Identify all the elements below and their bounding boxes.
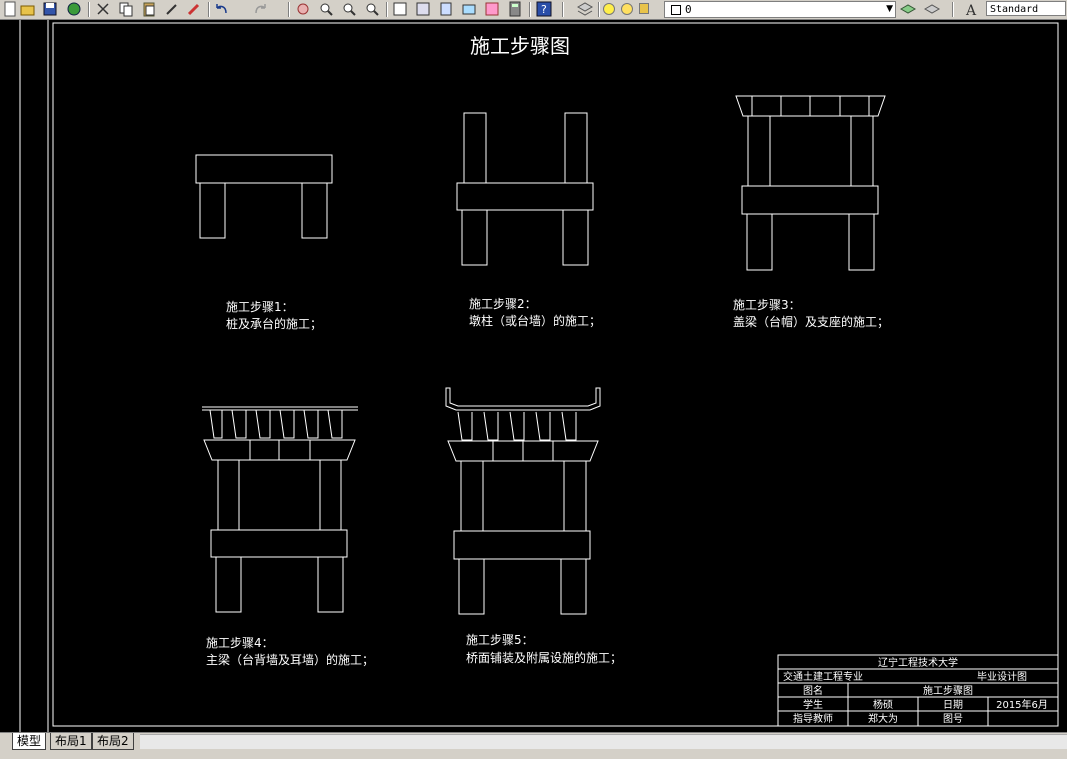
zoom-previous-icon[interactable] <box>364 1 380 17</box>
toolpalette-icon[interactable] <box>438 1 454 17</box>
step3-desc: 盖梁（台帽）及支座的施工； <box>733 314 889 329</box>
step5-figure <box>445 387 601 615</box>
redo-icon[interactable] <box>252 1 268 17</box>
tb-date-label: 日期 <box>943 699 963 711</box>
step3-figure <box>735 95 886 271</box>
markup-icon[interactable] <box>484 1 500 17</box>
sheetset-icon[interactable] <box>461 1 477 17</box>
undo-icon[interactable] <box>214 1 230 17</box>
layer-previous-icon[interactable] <box>924 1 940 17</box>
pan-icon[interactable] <box>295 1 311 17</box>
tb-name-label: 图名 <box>803 684 823 697</box>
new-icon[interactable] <box>2 1 18 17</box>
copy-icon[interactable] <box>118 1 134 17</box>
plot-icon[interactable] <box>66 1 82 17</box>
properties-icon[interactable] <box>392 1 408 17</box>
help-icon[interactable]: ? <box>536 1 552 17</box>
tab-layout1[interactable]: 布局1 <box>50 733 92 750</box>
paste-icon[interactable] <box>141 1 157 17</box>
step2-figure <box>456 112 594 266</box>
tab-layout2[interactable]: 布局2 <box>92 733 134 750</box>
cad-drawing: 施工步骤图 施工步骤1： 桩及承台的施工； 施工步骤2： 墩柱（或台墙）的施工；… <box>19 20 1059 732</box>
drawing-title: 施工步骤图 <box>470 34 570 58</box>
step1-label: 施工步骤1： <box>226 300 294 314</box>
layer-name: 0 <box>685 3 692 16</box>
step1-desc: 桩及承台的施工； <box>226 316 322 331</box>
tb-drawing-no-label: 图号 <box>943 713 963 725</box>
designcenter-icon[interactable] <box>415 1 431 17</box>
drawing-canvas[interactable]: 施工步骤图 施工步骤1： 桩及承台的施工； 施工步骤2： 墩柱（或台墙）的施工；… <box>0 20 1067 732</box>
layout-tabs: 模型 布局1 布局2 <box>0 732 1067 759</box>
cut-icon[interactable] <box>95 1 111 17</box>
calculator-icon[interactable] <box>507 1 523 17</box>
svg-text:?: ? <box>541 3 547 16</box>
tb-name: 施工步骤图 <box>923 684 973 697</box>
textstyle-icon[interactable]: A <box>964 1 980 17</box>
step5-desc: 桥面铺装及附属设施的施工； <box>466 650 622 665</box>
standard-toolbar: ? 0 ▼ A Standard <box>0 0 1067 20</box>
color-swatch <box>671 5 681 15</box>
layer-manager-icon[interactable] <box>577 1 593 17</box>
tb-major: 交通土建工程专业 <box>783 670 863 683</box>
tb-student: 杨硕 <box>873 698 893 711</box>
lightbulb-icon[interactable] <box>603 3 615 15</box>
svg-text:A: A <box>965 3 977 17</box>
save-icon[interactable] <box>42 1 58 17</box>
text-style-dropdown[interactable]: Standard <box>986 1 1066 16</box>
zoom-realtime-icon[interactable] <box>318 1 334 17</box>
open-icon[interactable] <box>20 1 36 17</box>
zoom-window-icon[interactable] <box>341 1 357 17</box>
step4-desc: 主梁（台背墙及耳墙）的施工； <box>206 652 374 667</box>
step1-figure <box>195 154 333 239</box>
horizontal-scrollbar[interactable] <box>140 734 1067 749</box>
sun-icon[interactable] <box>621 3 633 15</box>
tb-teacher-label: 指导教师 <box>793 712 833 725</box>
step3-label: 施工步骤3： <box>733 298 801 312</box>
step4-figure <box>202 406 358 613</box>
layer-dropdown[interactable]: 0 ▼ <box>603 1 896 18</box>
tb-student-label: 学生 <box>803 698 823 711</box>
tb-university: 辽宁工程技术大学 <box>878 656 958 669</box>
step2-label: 施工步骤2： <box>469 297 537 311</box>
tab-model[interactable]: 模型 <box>12 733 47 750</box>
lock-icon[interactable] <box>639 3 649 14</box>
step2-desc: 墩柱（或台墙）的施工； <box>469 313 601 328</box>
step4-label: 施工步骤4： <box>206 636 274 650</box>
drawing-border <box>52 22 1059 727</box>
chevron-down-icon[interactable]: ▼ <box>886 2 893 17</box>
matchprop-icon[interactable] <box>164 1 180 17</box>
tb-teacher: 郑大为 <box>868 712 898 725</box>
layer-state-icon[interactable] <box>900 1 916 17</box>
step5-label: 施工步骤5： <box>466 633 534 647</box>
tb-design: 毕业设计图 <box>977 670 1027 683</box>
brush-icon[interactable] <box>186 1 202 17</box>
tb-date: 2015年6月 <box>996 698 1048 711</box>
